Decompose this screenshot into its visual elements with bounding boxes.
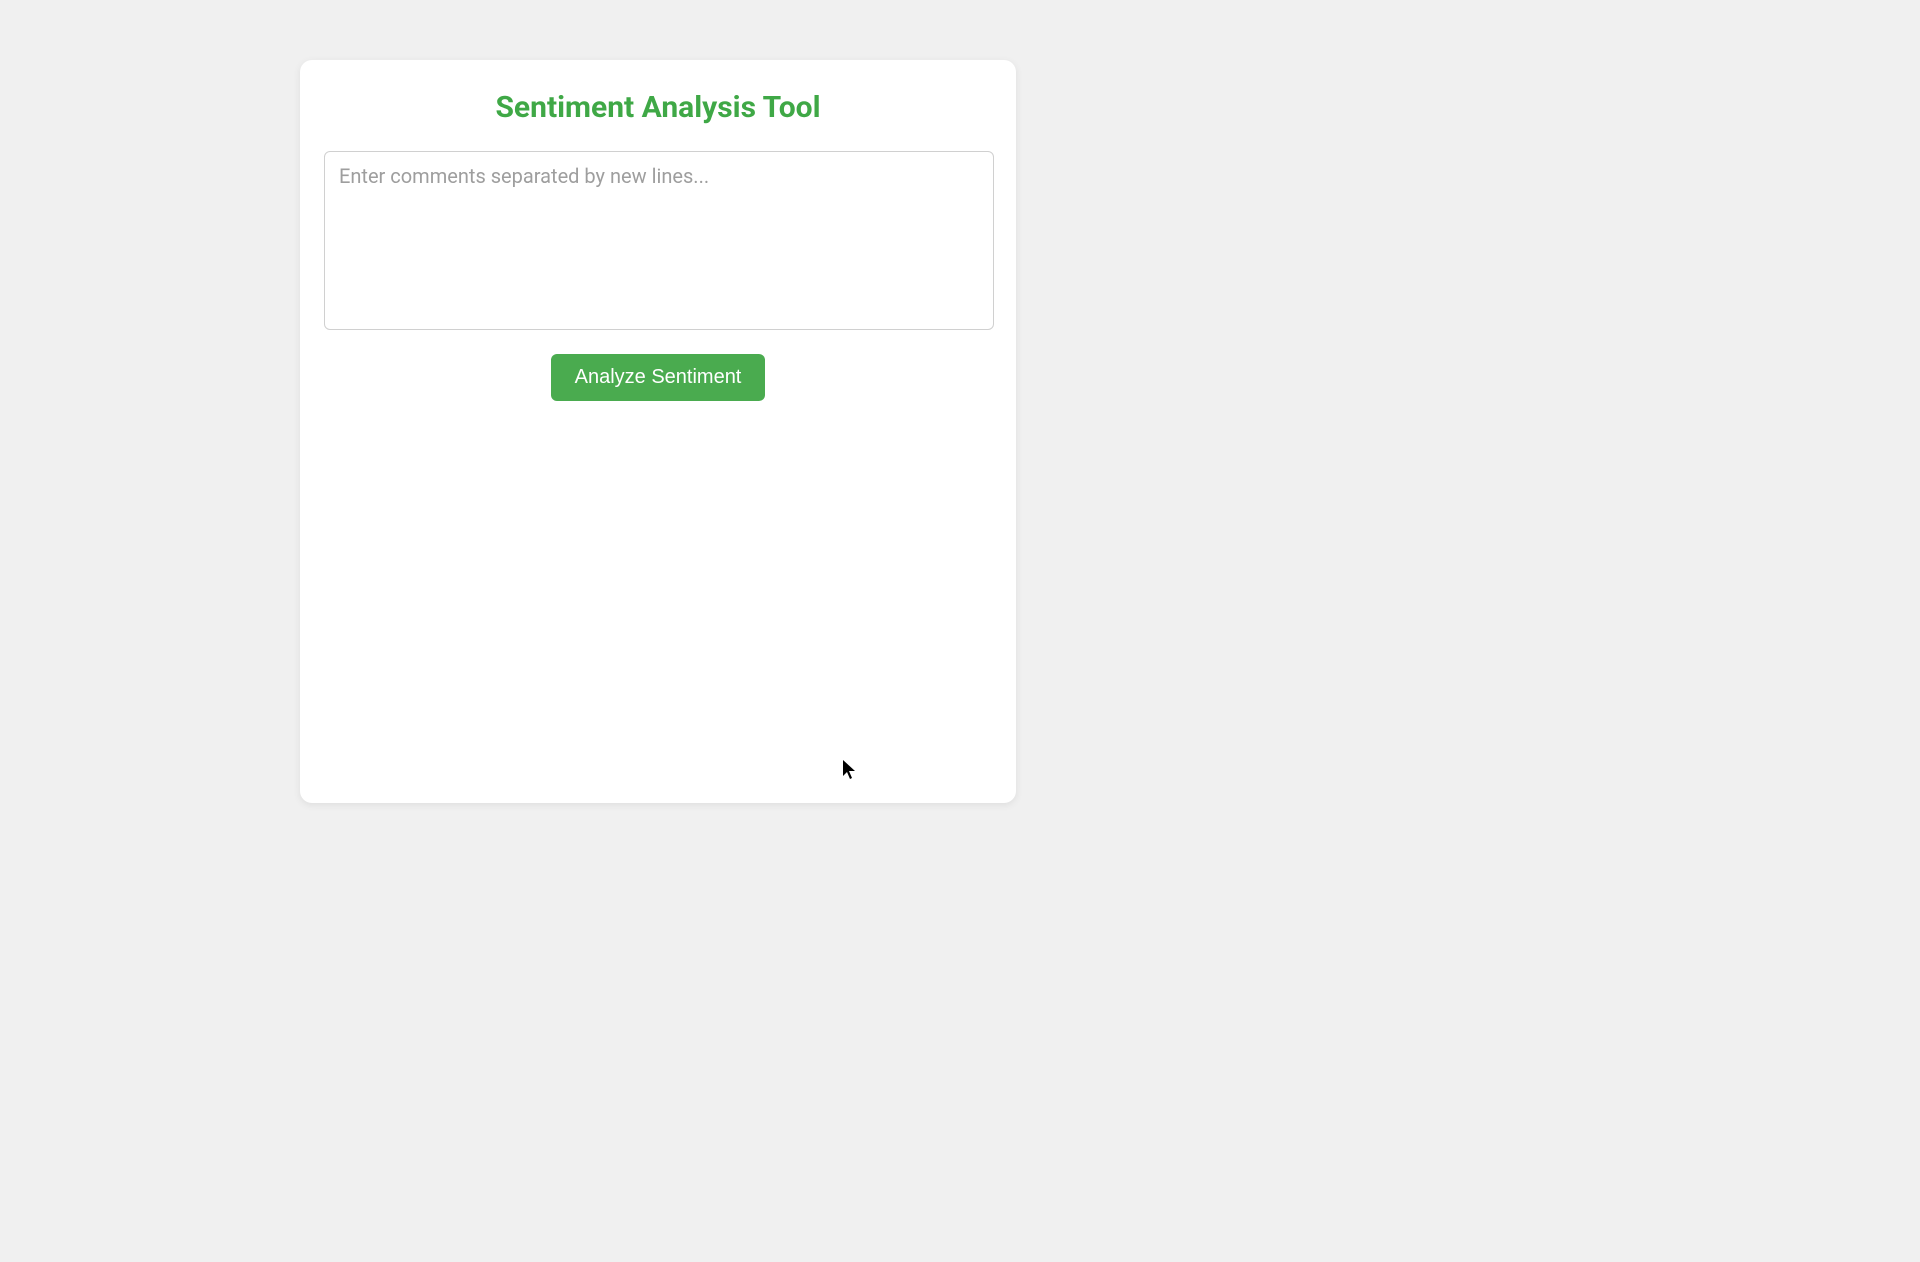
analyze-sentiment-button[interactable]: Analyze Sentiment	[551, 354, 766, 401]
main-card: Sentiment Analysis Tool Analyze Sentimen…	[300, 60, 1016, 803]
comments-input[interactable]	[324, 151, 994, 330]
page-title: Sentiment Analysis Tool	[324, 90, 992, 125]
